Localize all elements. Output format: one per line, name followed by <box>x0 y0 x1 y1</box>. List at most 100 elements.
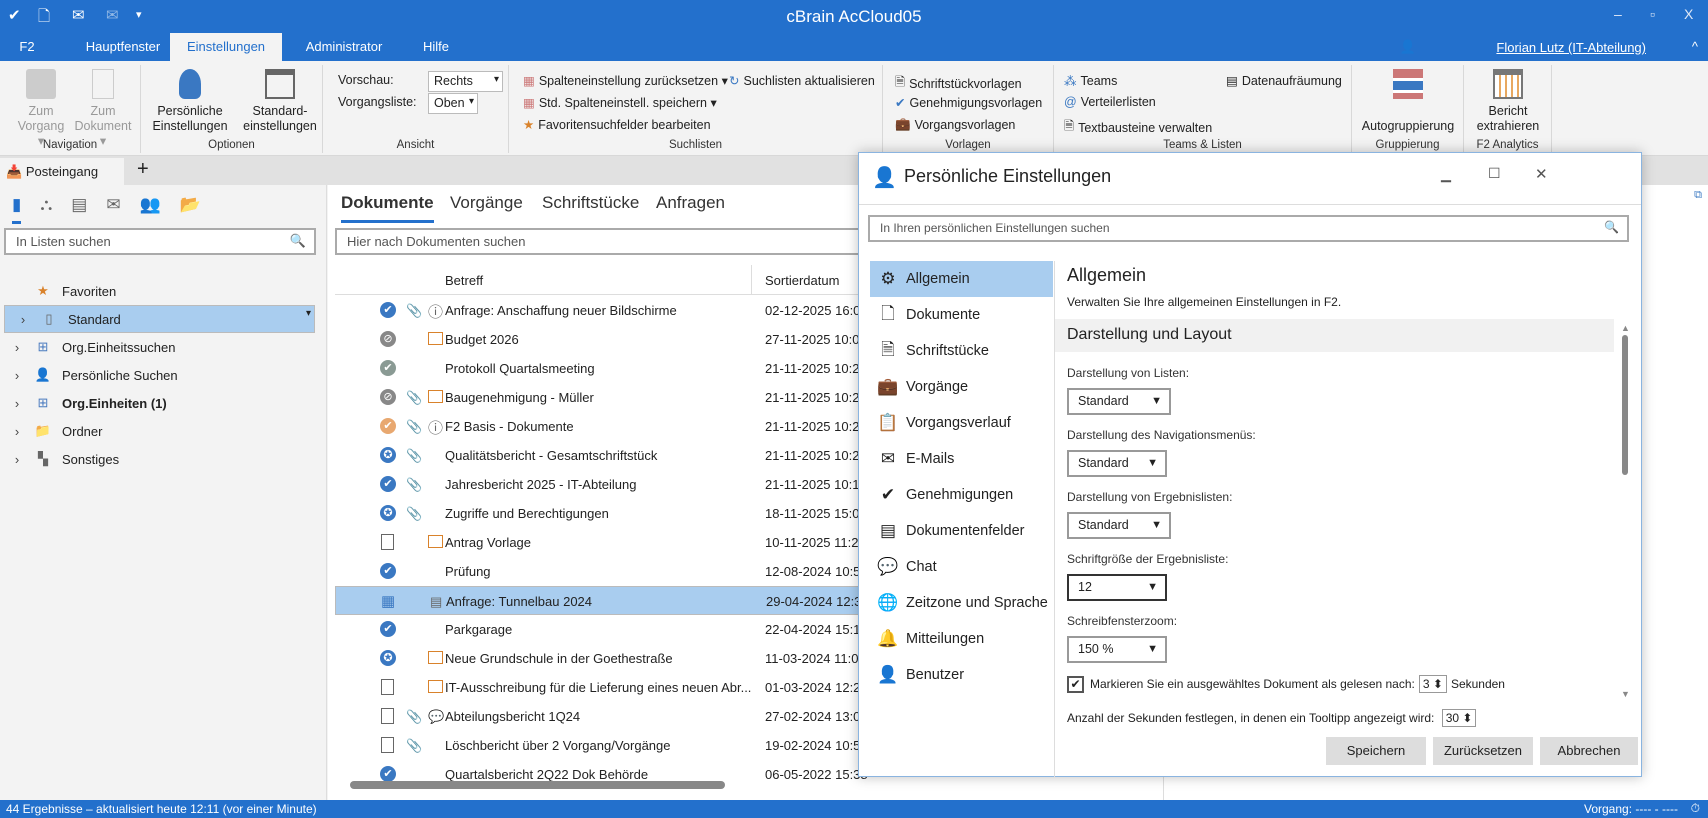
settings-nav-item[interactable]: 💼 Vorgänge <box>870 369 1053 405</box>
column-betreff[interactable]: Betreff <box>445 273 483 288</box>
row-date: 21-11-2025 10:17 <box>765 477 867 492</box>
info-icon: ⓘ <box>428 304 444 321</box>
favoritensuchfelder-button[interactable]: ★ Favoritensuchfelder bearbeiten <box>523 117 711 133</box>
row-subject: IT-Ausschreibung für die Lieferung eines… <box>445 680 752 695</box>
textbausteine-button[interactable]: 🗎 Textbausteine verwalten <box>1064 117 1212 138</box>
tab-f2[interactable]: F2 <box>10 33 44 61</box>
settings-nav-label: Genehmigungen <box>906 487 1014 503</box>
schriftstueckvorlagen-button[interactable]: 🗎 Schriftstückvorlagen <box>895 73 1022 94</box>
tab-schriftstuecke[interactable]: Schriftstücke <box>542 193 639 213</box>
mail-icon[interactable]: ✉ <box>106 195 120 224</box>
settings-nav-item[interactable]: ▤ Dokumentenfelder <box>870 513 1053 549</box>
expand-chevron-icon[interactable]: › <box>4 424 30 439</box>
settings-nav-item[interactable]: 🗎 Schriftstücke <box>870 333 1053 369</box>
settings-nav-item[interactable]: ⚙ Allgemein <box>870 261 1053 297</box>
bericht-extrahieren-button[interactable]: Bericht extrahieren <box>1468 69 1548 134</box>
field-dropdown[interactable]: 12 <box>1067 574 1167 601</box>
tree-item[interactable]: › ▯ Standard <box>4 305 315 333</box>
tab-dokumente[interactable]: Dokumente <box>341 193 434 223</box>
settings-search-input[interactable]: In Ihren persönlichen Einstellungen such… <box>868 215 1629 242</box>
suchlisten-refresh-button[interactable]: ↻ Suchlisten aktualisieren <box>729 73 875 89</box>
settings-nav-item[interactable]: ✉ E-Mails <box>870 441 1053 477</box>
tree-item[interactable]: › 👤 Persönliche Suchen <box>4 361 315 389</box>
row-subject: Prüfung <box>445 564 491 579</box>
org-icon[interactable]: ⛬ <box>40 195 52 224</box>
field-dropdown[interactable]: Standard <box>1067 512 1171 539</box>
mark-read-stepper[interactable]: 3 ⬍ <box>1418 675 1447 693</box>
horizontal-scrollbar[interactable] <box>350 781 725 789</box>
vorschau-select[interactable]: Rechts <box>428 71 503 92</box>
field-dropdown[interactable]: Standard <box>1067 450 1167 477</box>
case-folder-icon <box>428 535 443 548</box>
chat-icon: 💬 <box>428 709 445 724</box>
attachment-icon: 📎 <box>406 448 423 463</box>
settings-nav-item[interactable]: 📋 Vorgangsverlauf <box>870 405 1053 441</box>
list-icon[interactable]: ▤ <box>71 195 87 224</box>
reset-button[interactable]: Zurücksetzen <box>1433 737 1533 765</box>
expand-chevron-icon[interactable]: › <box>4 340 30 355</box>
timer-icon[interactable]: ⏱ <box>1691 801 1700 816</box>
tab-hilfe[interactable]: Hilfe <box>410 33 462 61</box>
settings-nav-item[interactable]: 👤 Benutzer <box>870 657 1053 693</box>
expand-chevron-icon[interactable]: › <box>10 312 36 327</box>
dialog-close-button[interactable]: ✕ <box>1535 165 1548 183</box>
settings-nav-item[interactable]: 🌐 Zeitzone und Sprache <box>870 585 1053 621</box>
expand-chevron-icon[interactable]: › <box>4 368 30 383</box>
user-link[interactable]: Florian Lutz (IT-Abteilung) <box>1496 40 1646 55</box>
tab-vorgaenge[interactable]: Vorgänge <box>450 193 523 213</box>
list-search-input[interactable]: In Listen suchen 🔍 <box>4 228 316 255</box>
dialog-maximize-button[interactable]: ☐ <box>1488 165 1501 182</box>
settings-nav-item[interactable]: ✔ Genehmigungen <box>870 477 1053 513</box>
tree-item[interactable]: › ⊞ Org.Einheitssuchen <box>4 333 315 361</box>
vorgangsvorlagen-button[interactable]: 💼 Vorgangsvorlagen <box>895 117 1015 132</box>
persoenliche-einstellungen-button[interactable]: Persönliche Einstellungen <box>151 69 229 134</box>
document-search-input[interactable]: Hier nach Dokumenten suchen <box>335 228 875 255</box>
column-sortierdatum[interactable]: Sortierdatum <box>765 273 839 288</box>
maximize-button[interactable]: ▫ <box>1650 6 1655 22</box>
tooltip-stepper[interactable]: 30 ⬍ <box>1441 709 1477 727</box>
minimize-button[interactable]: – <box>1614 6 1622 22</box>
expand-chevron-icon[interactable]: › <box>4 452 30 467</box>
expand-chevron-icon[interactable]: › <box>4 396 30 411</box>
tree-item[interactable]: › 📁 Ordner <box>4 417 315 445</box>
standard-einstellungen-button[interactable]: Standard-einstellungen <box>241 69 319 134</box>
settings-scrollbar[interactable]: ▲ ▼ <box>1621 323 1630 723</box>
tree-item[interactable]: › ⊞ Org.Einheiten (1) <box>4 389 315 417</box>
cancel-button[interactable]: Abbrechen <box>1540 737 1638 765</box>
tab-posteingang[interactable]: 📥 Posteingang <box>0 158 124 185</box>
close-button[interactable]: X <box>1684 6 1693 22</box>
zum-dokument-button: Zum Dokument ▾ <box>70 69 136 149</box>
tab-anfragen[interactable]: Anfragen <box>656 193 725 213</box>
people-icon[interactable]: 👥 <box>140 195 161 224</box>
dialog-minimize-button[interactable]: ▁ <box>1441 167 1451 183</box>
popout-icon[interactable]: ⧉ <box>1694 189 1702 202</box>
tree-item[interactable]: ★ Favoriten <box>4 277 315 305</box>
tab-administrator[interactable]: Administrator <box>298 33 390 61</box>
documents-icon[interactable]: ▮ <box>12 195 22 224</box>
field-dropdown[interactable]: Standard <box>1067 388 1171 415</box>
settings-nav-item[interactable]: 🗋 Dokumente <box>870 297 1053 333</box>
settings-nav-item[interactable]: 💬 Chat <box>870 549 1053 585</box>
teams-button[interactable]: ⁂ Teams <box>1064 73 1117 89</box>
tab-hauptfenster[interactable]: Hauptfenster <box>68 33 178 61</box>
settings-nav-item[interactable]: 🔔 Mitteilungen <box>870 621 1053 657</box>
star-icon: ★ <box>523 118 535 132</box>
tree-item[interactable]: › ▚ Sonstiges <box>4 445 315 473</box>
save-button[interactable]: Speichern <box>1326 737 1426 765</box>
add-tab-button[interactable]: + <box>137 158 149 181</box>
collapse-ribbon-icon[interactable]: ^ <box>1692 39 1698 54</box>
field-dropdown[interactable]: 150 % <box>1067 636 1167 663</box>
settings-nav-label: Vorgangsverlauf <box>906 415 1011 431</box>
folder-icon[interactable]: 📂 <box>180 195 201 224</box>
spalteneinstellung-reset-button[interactable]: ▦ Spalteneinstellung zurücksetzen ▾ <box>523 73 728 88</box>
tree-item-label: Favoriten <box>62 283 117 299</box>
autogruppierung-button[interactable]: Autogruppierung <box>1356 69 1460 134</box>
spalteneinstellung-save-button[interactable]: ▦ Std. Spalteneinstell. speichern ▾ <box>523 95 717 110</box>
vorgangsliste-select[interactable]: Oben <box>428 93 478 114</box>
tab-einstellungen[interactable]: Einstellungen <box>170 33 282 61</box>
title-bar: ✔ 🗋 ✉ ✉ ▾ cBrain AcCloud05 – ▫ X <box>0 0 1708 33</box>
genehmigungsvorlagen-button[interactable]: ✔ Genehmigungsvorlagen <box>895 95 1042 111</box>
mark-read-checkbox[interactable]: ✔ <box>1067 675 1084 693</box>
datenaufraeumung-button[interactable]: ▤ Datenaufräumung <box>1226 73 1342 89</box>
verteilerlisten-button[interactable]: @ Verteilerlisten <box>1064 95 1156 109</box>
